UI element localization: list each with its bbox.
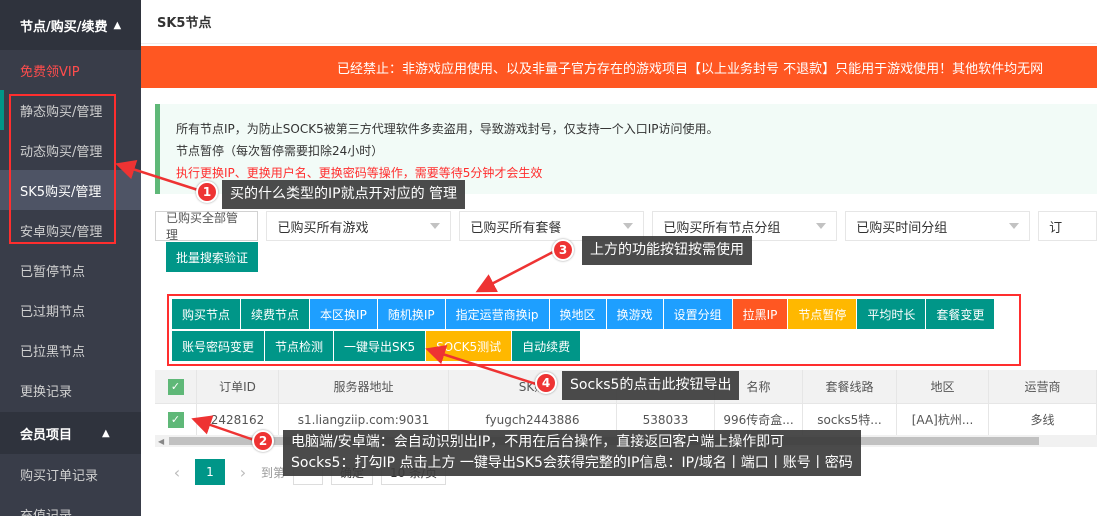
- notice-line-2: 节点暂停（每次暂停需要扣除24小时）: [176, 144, 384, 158]
- sidebar-item-blacklisted[interactable]: 已拉黑节点: [0, 330, 141, 370]
- action-row1-button-4[interactable]: 指定运营商换ip: [445, 299, 549, 329]
- action-row2-button-2[interactable]: 一键导出SK5: [334, 331, 426, 361]
- select-all-checkbox[interactable]: ✓: [167, 378, 184, 395]
- select-all-checkbox-cell[interactable]: ✓: [155, 370, 197, 403]
- action-row1-button-1[interactable]: 续费节点: [241, 299, 310, 329]
- action-row1-button-3[interactable]: 随机换IP: [377, 299, 445, 329]
- dropdown-arrow-icon: [1009, 223, 1020, 229]
- time-group-select[interactable]: 已购买时间分组: [845, 211, 1031, 241]
- sidebar-section-label: 会员项目: [20, 427, 73, 443]
- package-select-value: 已购买所有套餐: [470, 220, 562, 236]
- app-root: 节点/购买/续费 ▲ 免费领VIP 静态购买/管理 动态购买/管理 SK5购买/…: [0, 0, 1097, 516]
- node-group-select-value: 已购买所有节点分组: [663, 220, 781, 236]
- action-row-1: 购买节点 续费节点 本区换IP 随机换IP 指定运营商换ip 换地区 换游戏 设置分组 拉黑IP…: [172, 299, 995, 329]
- action-row2-button-1[interactable]: 节点检测: [265, 331, 334, 361]
- scroll-left-icon[interactable]: ◀: [158, 437, 164, 446]
- row-checkbox-cell[interactable]: ✓: [155, 404, 197, 435]
- action-row1-button-2[interactable]: 本区换IP: [310, 299, 377, 329]
- sidebar-item-paused[interactable]: 已暂停节点: [0, 250, 141, 290]
- column-header: 服务器地址: [279, 370, 449, 403]
- action-button-box: 购买节点 续费节点 本区换IP 随机换IP 指定运营商换ip 换地区 换游戏 设置分组 拉黑IP…: [167, 294, 1021, 366]
- order-select[interactable]: 订: [1038, 211, 1097, 241]
- sidebar-item-orders[interactable]: 购买订单记录: [0, 454, 141, 494]
- page-title: SK5节点: [141, 0, 1097, 44]
- batch-verify-button[interactable]: 批量搜索验证: [166, 242, 259, 272]
- table-cell: 多线: [989, 404, 1097, 435]
- annotation-tip-3: 上方的功能按钮按需使用: [582, 236, 752, 265]
- annotation-tip-2: 电脑端/安卓端：会自动识别出IP，不用在后台操作，直接返回客户端上操作即可 So…: [283, 430, 861, 476]
- highlight-box-sidebar: [9, 94, 116, 244]
- action-row1-button-7[interactable]: 设置分组: [663, 299, 732, 329]
- sidebar-item-free-vip[interactable]: 免费领VIP: [0, 50, 141, 90]
- caret-up-icon: ▲: [102, 427, 110, 439]
- order-select-value: 订: [1049, 220, 1063, 236]
- annotation-tip-4: Socks5的点击此按钮导出: [562, 371, 740, 400]
- action-row1-button-5[interactable]: 换地区: [549, 299, 606, 329]
- action-row-2: 账号密码变更 节点检测 一键导出SK5 SOCK5测试 自动续费: [172, 331, 581, 361]
- dropdown-arrow-icon: [430, 223, 441, 229]
- sidebar-item-change-log[interactable]: 更换记录: [0, 370, 141, 410]
- annotation-number-1: 1: [196, 181, 218, 203]
- time-group-select-value: 已购买时间分组: [856, 220, 948, 236]
- action-row2-button-3[interactable]: SOCK5测试: [426, 331, 512, 361]
- goto-label: 到第: [261, 465, 286, 480]
- next-page-icon[interactable]: ›: [233, 463, 253, 482]
- sidebar-item-recharge[interactable]: 充值记录: [0, 494, 141, 516]
- action-row2-button-0[interactable]: 账号密码变更: [172, 331, 265, 361]
- prev-page-icon[interactable]: ‹: [167, 463, 187, 482]
- column-header: 运营商: [989, 370, 1097, 403]
- action-row1-button-10[interactable]: 平均时长: [857, 299, 926, 329]
- action-row1-button-11[interactable]: 套餐变更: [926, 299, 995, 329]
- action-row1-button-8[interactable]: 拉黑IP: [732, 299, 788, 329]
- game-select[interactable]: 已购买所有游戏: [266, 211, 452, 241]
- action-row1-button-9[interactable]: 节点暂停: [788, 299, 857, 329]
- annotation-number-3: 3: [552, 239, 574, 261]
- sidebar-item-expired[interactable]: 已过期节点: [0, 290, 141, 330]
- column-header: 套餐线路: [803, 370, 897, 403]
- sidebar-header[interactable]: 节点/购买/续费 ▲: [0, 0, 141, 50]
- action-row1-button-6[interactable]: 换游戏: [606, 299, 663, 329]
- action-row1-button-0[interactable]: 购买节点: [172, 299, 241, 329]
- all-manage-button[interactable]: 已购买全部管理: [155, 211, 259, 242]
- table-cell: [AA]杭州...: [897, 404, 989, 435]
- warning-banner: 已经禁止：非游戏应用使用、以及非量子官方存在的游戏项目【以上业务封号 不退款】只…: [141, 46, 1097, 88]
- dropdown-arrow-icon: [623, 223, 634, 229]
- annotation-tip-2-line-2: Socks5：打勾IP 点击上方 一键导出SK5会获得完整的IP信息：IP/域名…: [291, 455, 853, 471]
- sidebar-section-member[interactable]: 会员项目 ▲: [0, 412, 141, 454]
- sidebar-header-label: 节点/购买/续费: [20, 19, 108, 35]
- annotation-number-4: 4: [535, 372, 557, 394]
- annotation-tip-1: 买的什么类型的IP就点开对应的 管理: [222, 180, 466, 209]
- annotation-tip-2-line-1: 电脑端/安卓端：会自动识别出IP，不用在后台操作，直接返回客户端上操作即可: [291, 434, 785, 450]
- caret-up-icon: ▲: [113, 19, 122, 31]
- action-row2-button-4[interactable]: 自动续费: [512, 331, 581, 361]
- column-header: 订单ID: [197, 370, 279, 403]
- dropdown-arrow-icon: [816, 223, 827, 229]
- row-checkbox[interactable]: ✓: [167, 411, 184, 428]
- sidebar: 节点/购买/续费 ▲ 免费领VIP 静态购买/管理 动态购买/管理 SK5购买/…: [0, 0, 141, 516]
- annotation-number-2: 2: [252, 430, 274, 452]
- notice-line-1: 所有节点IP，为防止SOCK5被第三方代理软件多卖盗用，导致游戏封号，仅支持一个…: [176, 122, 719, 136]
- game-select-value: 已购买所有游戏: [277, 220, 369, 236]
- column-header: 地区: [897, 370, 989, 403]
- current-page[interactable]: 1: [195, 459, 225, 485]
